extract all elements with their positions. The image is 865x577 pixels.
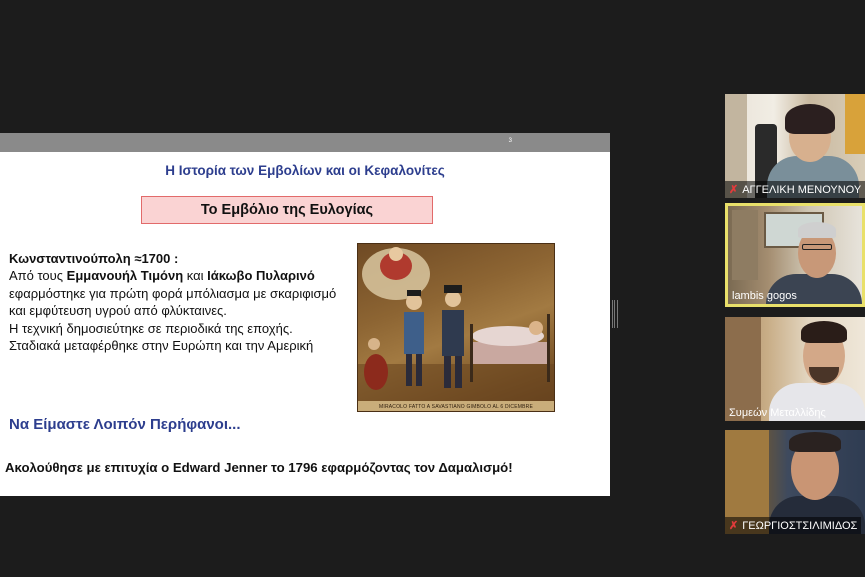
- participant-name-bar: Συμεών Μεταλλίδης: [725, 404, 830, 421]
- video-person-hair: [801, 321, 847, 343]
- participant-name-bar: ✗ ΑΓΓΕΛΙΚΗ ΜΕΝΟΥΝΟΥ: [725, 181, 865, 198]
- body-text-run: Από τους: [9, 268, 67, 284]
- participant-name-bar: ✗ ΓΕΩΡΓΙΟΣΤΣΙΛΙΜΙΔΟΣ: [725, 517, 862, 534]
- slide-callout: Να Είμαστε Λοιπόν Περήφανοι...: [9, 416, 241, 433]
- participant-name: ΑΓΓΕΛΙΚΗ ΜΕΝΟΥΝΟΥ: [742, 183, 862, 196]
- slide-title: Η Ιστορία των Εμβολίων και οι Κεφαλονίτε…: [165, 163, 445, 178]
- mic-off-icon: ✗: [729, 520, 739, 532]
- slide-body: Κωνσταντινούπολη ≈1700 : Από τους Εμμανο…: [9, 250, 354, 354]
- participant-tile[interactable]: ✗ ΓΕΩΡΓΙΟΣΤΣΙΛΙΜΙΔΟΣ: [725, 430, 865, 534]
- video-person-hair: [789, 432, 841, 452]
- participant-tile-active[interactable]: lambis gogos: [725, 203, 865, 307]
- shared-slide: 3 Η Ιστορία των Εμβολίων και οι Κεφαλονί…: [0, 133, 610, 496]
- slide-footer: Ακολούθησε με επιτυχία ο Edward Jenner τ…: [5, 460, 513, 475]
- participant-name-bar: lambis gogos: [728, 287, 801, 304]
- participant-name: lambis gogos: [732, 289, 797, 302]
- video-background: [845, 94, 865, 154]
- slide-subtitle: Το Εμβόλιο της Ευλογίας: [141, 196, 433, 224]
- slide-header-bar: 3: [0, 133, 610, 152]
- body-paragraph-2: Η τεχνική δημοσιεύτηκε σε περιοδικά της …: [9, 320, 293, 336]
- slide-page-number: 3: [508, 138, 512, 144]
- body-paragraph-1: Από τους Εμμανουήλ Τιμόνη και Ιάκωβο Πυλ…: [9, 267, 354, 319]
- resize-handle-icon[interactable]: [612, 300, 618, 328]
- participant-tile[interactable]: Συμεών Μεταλλίδης: [725, 317, 865, 421]
- painting-illustration: [358, 247, 554, 411]
- name-timonis: Εμμανουήλ Τιμόνη: [66, 268, 184, 284]
- participant-name: Συμεών Μεταλλίδης: [729, 406, 826, 419]
- video-person-glasses: [802, 244, 832, 250]
- participant-tile[interactable]: ✗ ΑΓΓΕΛΙΚΗ ΜΕΝΟΥΝΟΥ: [725, 94, 865, 198]
- historical-painting: MIRACOLO FATTO A SAVASTIANO GIMBOLO AL 6…: [357, 243, 555, 412]
- body-paragraph-3: Σταδιακά μεταφέρθηκε στην Ευρώπη και την…: [9, 338, 314, 354]
- video-background: [732, 210, 758, 280]
- name-pylarinos: Ιάκωβο Πυλαρινό: [207, 268, 315, 284]
- participant-name: ΓΕΩΡΓΙΟΣΤΣΙΛΙΜΙΔΟΣ: [742, 519, 858, 532]
- body-text-run: και: [183, 268, 208, 284]
- body-text-run: εφαρμόστηκε για πρώτη φορά μπόλιασμα με …: [9, 285, 337, 319]
- video-person-hair: [785, 104, 835, 134]
- painting-caption: MIRACOLO FATTO A SAVASTIANO GIMBOLO AL 6…: [378, 404, 533, 410]
- video-person-hair: [798, 222, 836, 238]
- mic-off-icon: ✗: [729, 184, 739, 196]
- body-heading: Κωνσταντινούπολη ≈1700 :: [9, 251, 179, 266]
